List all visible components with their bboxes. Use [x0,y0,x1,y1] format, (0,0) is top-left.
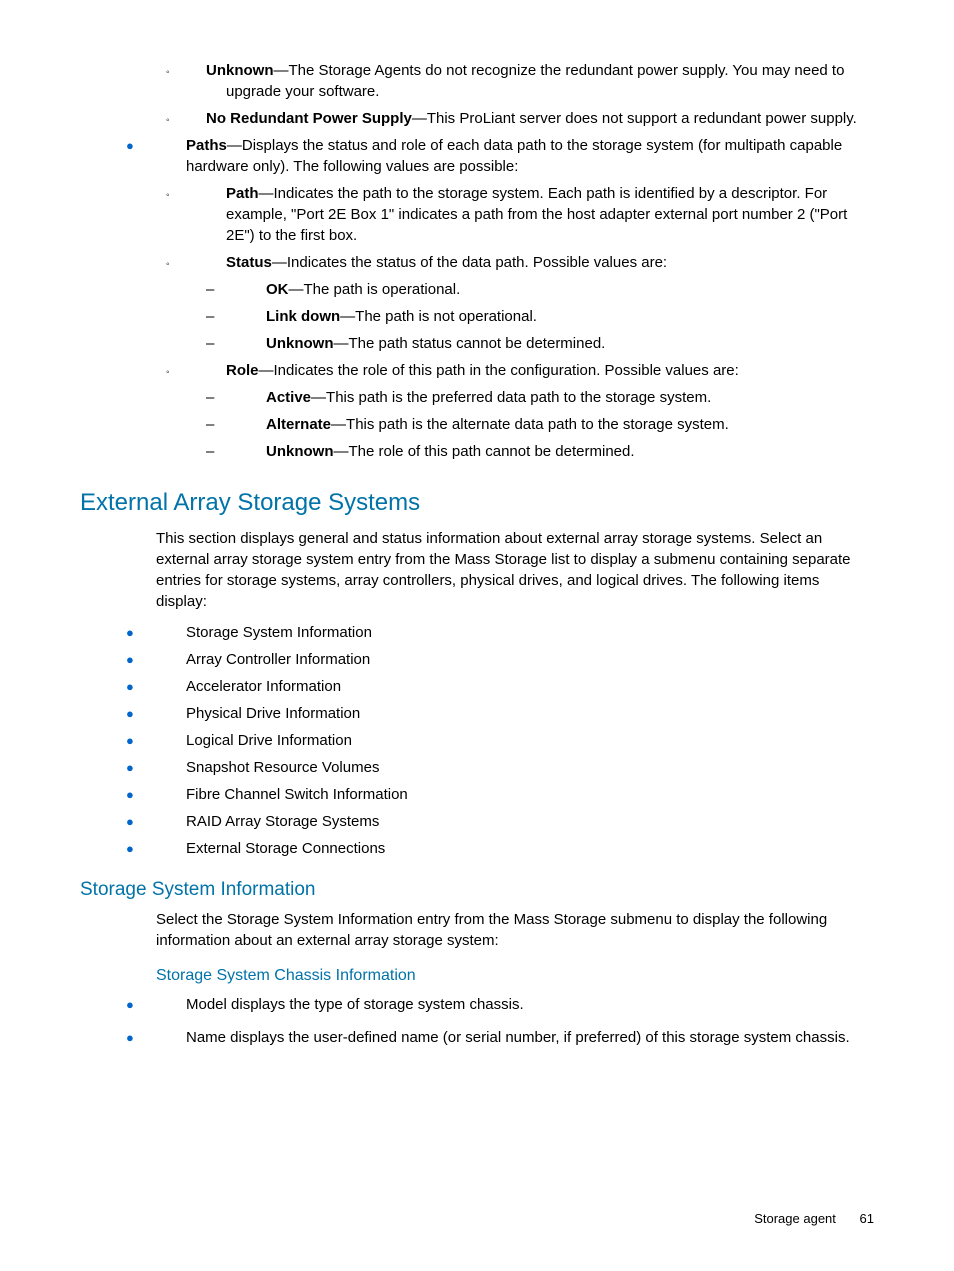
external-array-heading: External Array Storage Systems [80,486,874,520]
term: No Redundant Power Supply [206,110,412,127]
paths-term: Paths [186,137,227,154]
term: Unknown [206,62,274,79]
term: Status [226,254,272,271]
term: OK [266,281,289,298]
bullet-dash-icon: – [236,306,248,327]
bullet-disc-icon: ● [156,678,166,696]
footer-section: Storage agent [754,1211,836,1226]
list-item: Fibre Channel Switch Information [186,786,408,803]
storage-system-info-intro: Select the Storage System Information en… [156,909,874,951]
paths-list: ● Paths—Displays the status and role of e… [80,135,874,462]
desc: —This ProLiant server does not support a… [412,110,857,127]
storage-system-info-heading: Storage System Information [80,877,874,904]
term: Alternate [266,416,331,433]
list-item: Array Controller Information [186,651,370,668]
external-array-intro: This section displays general and status… [156,528,874,612]
list-item: Storage System Information [186,624,372,641]
role-values: – Active—This path is the preferred data … [226,387,874,462]
bullet-disc-icon: ● [156,813,166,831]
paths-sublist: ◦ Path—Indicates the path to the storage … [186,183,874,462]
paths-desc: —Displays the status and role of each da… [186,137,842,175]
list-item: Model displays the type of storage syste… [186,996,524,1013]
bullet-dash-icon: – [236,333,248,354]
term: Link down [266,308,340,325]
desc: —The role of this path cannot be determi… [334,443,635,460]
bullet-disc-icon: ● [156,759,166,777]
list-item: Snapshot Resource Volumes [186,759,379,776]
desc: —This path is the alternate data path to… [331,416,729,433]
bullet-disc-icon: ● [156,651,166,669]
term: Unknown [266,443,334,460]
list-item: RAID Array Storage Systems [186,813,379,830]
chassis-info-list: ● Model displays the type of storage syst… [80,994,874,1048]
term: Active [266,389,311,406]
list-item: Accelerator Information [186,678,341,695]
bullet-disc-icon: ● [156,624,166,642]
term: Path [226,185,259,202]
bullet-dash-icon: – [236,279,248,300]
bullet-disc-icon: ● [156,1029,166,1047]
desc: —Indicates the path to the storage syste… [226,185,847,244]
bullet-disc-icon: ● [156,996,166,1014]
bullet-hollow-icon: ◦ [196,114,206,128]
desc: —Indicates the role of this path in the … [259,362,739,379]
bullet-hollow-icon: ◦ [196,258,206,272]
page-footer: Storage agent 61 [754,1210,874,1228]
desc: —Indicates the status of the data path. … [272,254,667,271]
bullet-hollow-icon: ◦ [196,366,206,380]
bullet-dash-icon: – [236,387,248,408]
bullet-disc-icon: ● [156,840,166,858]
top-continuation-list: ◦Unknown—The Storage Agents do not recog… [80,60,874,129]
desc: —The path is operational. [289,281,461,298]
desc: —The path status cannot be determined. [334,335,606,352]
desc: —The path is not operational. [340,308,537,325]
status-values: –OK—The path is operational. –Link down—… [226,279,874,354]
external-array-list: ● Storage System Information ● Array Contr… [80,622,874,859]
page-number: 61 [860,1211,874,1226]
term: Role [226,362,259,379]
bullet-disc-icon: ● [156,705,166,723]
bullet-disc-icon: ● [156,137,166,155]
bullet-hollow-icon: ◦ [196,66,206,80]
bullet-dash-icon: – [236,441,248,462]
list-item: Physical Drive Information [186,705,360,722]
list-item: Name displays the user-defined name (or … [186,1029,850,1046]
list-item: Logical Drive Information [186,732,352,749]
bullet-dash-icon: – [236,414,248,435]
bullet-disc-icon: ● [156,786,166,804]
list-item: External Storage Connections [186,840,385,857]
desc: —This path is the preferred data path to… [311,389,711,406]
term: Unknown [266,335,334,352]
bullet-disc-icon: ● [156,732,166,750]
bullet-hollow-icon: ◦ [196,189,206,203]
desc: —The Storage Agents do not recognize the… [226,62,844,100]
chassis-info-heading: Storage System Chassis Information [156,965,874,987]
